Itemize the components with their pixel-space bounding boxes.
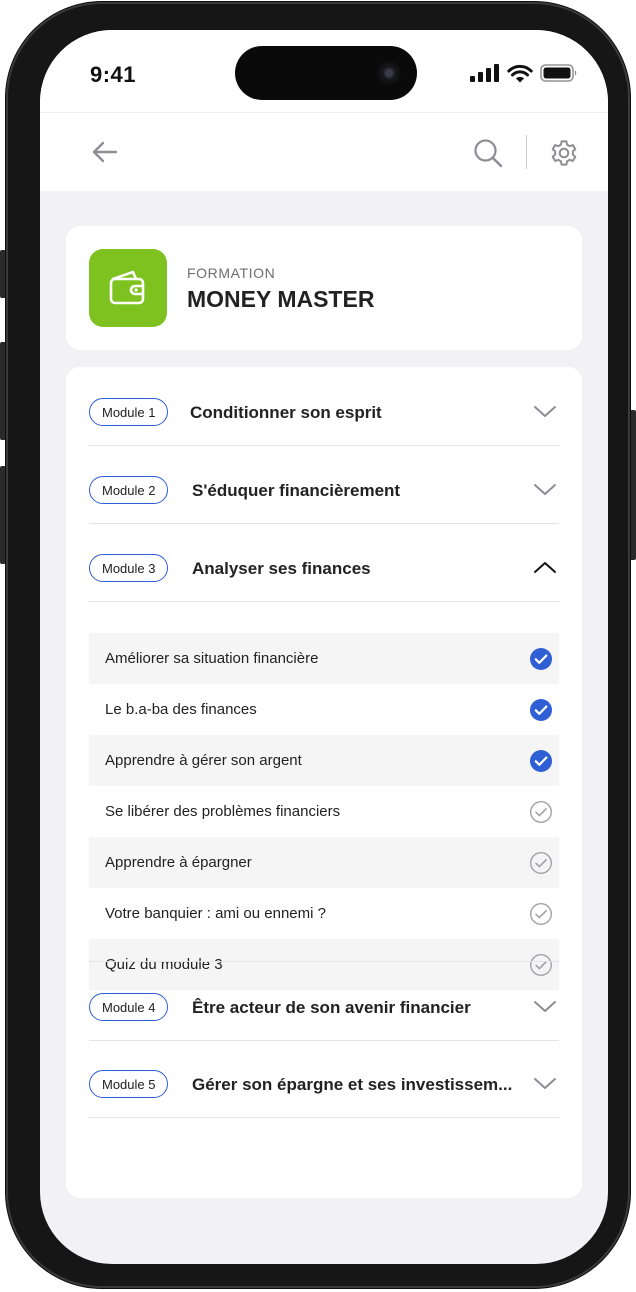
check-circle-outline-icon <box>529 800 553 824</box>
lesson-label: Votre banquier : ami ou ennemi ? <box>105 905 326 922</box>
lesson-label: Se libérer des problèmes financiers <box>105 803 341 820</box>
module-3-lessons: Améliorer sa situation financière Le b.a… <box>89 633 559 990</box>
lesson-label: Apprendre à gérer son argent <box>105 752 302 769</box>
module-row-5[interactable]: Module 5 Gérer son épargne et ses invest… <box>89 1039 559 1118</box>
lesson-label: Le b.a-ba des finances <box>105 701 257 718</box>
screen: 9:41 FORMATION MONEY MASTER Module 1 Con… <box>40 30 608 1264</box>
status-icons <box>470 62 578 84</box>
course-icon <box>89 249 167 327</box>
chevron-up-icon[interactable] <box>533 559 557 575</box>
dynamic-island <box>235 46 417 100</box>
lesson-item[interactable]: Apprendre à épargner <box>89 837 559 888</box>
search-icon[interactable] <box>472 137 504 169</box>
wallet-icon <box>109 270 145 305</box>
signal-icon <box>470 64 499 82</box>
lesson-item[interactable]: Le b.a-ba des finances <box>89 684 559 735</box>
wifi-icon <box>507 64 533 82</box>
lesson-item[interactable]: Améliorer sa situation financière <box>89 633 559 684</box>
module-badge: Module 5 <box>89 1070 169 1098</box>
battery-icon <box>540 64 577 82</box>
module-title: Gérer son épargne et ses investissem... <box>192 1075 513 1094</box>
chevron-down-icon[interactable] <box>533 481 557 497</box>
module-badge: Module 1 <box>89 398 169 426</box>
modules-list: Module 1 Conditionner son esprit Module … <box>66 367 582 1198</box>
lesson-label: Améliorer sa situation financière <box>105 650 319 667</box>
module-row-4[interactable]: Module 4 Être acteur de son avenir finan… <box>89 961 559 1041</box>
lesson-item[interactable]: Votre banquier : ami ou ennemi ? <box>89 888 559 939</box>
module-row-1[interactable]: Module 1 Conditionner son esprit <box>89 367 559 446</box>
check-circle-filled-icon <box>530 648 552 670</box>
module-title: Analyser ses finances <box>192 559 371 578</box>
lesson-item[interactable]: Se libérer des problèmes financiers <box>89 786 559 837</box>
course-title: MONEY MASTER <box>187 286 375 312</box>
power-button <box>630 410 636 560</box>
toolbar-divider <box>526 135 527 169</box>
module-title: Conditionner son esprit <box>190 403 382 422</box>
module-row-3[interactable]: Module 3 Analyser ses finances <box>89 523 559 602</box>
phone-frame: 9:41 FORMATION MONEY MASTER Module 1 Con… <box>6 2 630 1288</box>
status-bar: 9:41 <box>40 30 608 112</box>
course-header-card: FORMATION MONEY MASTER <box>66 226 582 350</box>
check-circle-outline-icon <box>529 851 553 875</box>
module-row-2[interactable]: Module 2 S'éduquer financièrement <box>89 445 559 524</box>
module-title: Être acteur de son avenir financier <box>192 998 471 1017</box>
navigation-bar <box>40 112 608 191</box>
chevron-down-icon[interactable] <box>533 403 557 419</box>
chevron-down-icon[interactable] <box>533 998 557 1014</box>
chevron-down-icon[interactable] <box>533 1075 557 1091</box>
module-title: S'éduquer financièrement <box>192 481 401 500</box>
status-time: 9:41 <box>90 62 137 87</box>
course-type-label: FORMATION <box>187 265 276 281</box>
module-badge: Module 3 <box>89 554 169 582</box>
arrow-left-icon[interactable] <box>90 137 120 167</box>
check-circle-outline-icon <box>529 902 553 926</box>
lesson-label: Apprendre à épargner <box>105 854 252 871</box>
module-badge: Module 4 <box>89 993 169 1021</box>
gear-icon[interactable] <box>548 137 580 169</box>
check-circle-filled-icon <box>530 750 552 772</box>
module-badge: Module 2 <box>89 476 169 504</box>
lesson-item[interactable]: Apprendre à gérer son argent <box>89 735 559 786</box>
camera-icon <box>377 61 401 85</box>
check-circle-filled-icon <box>530 699 552 721</box>
